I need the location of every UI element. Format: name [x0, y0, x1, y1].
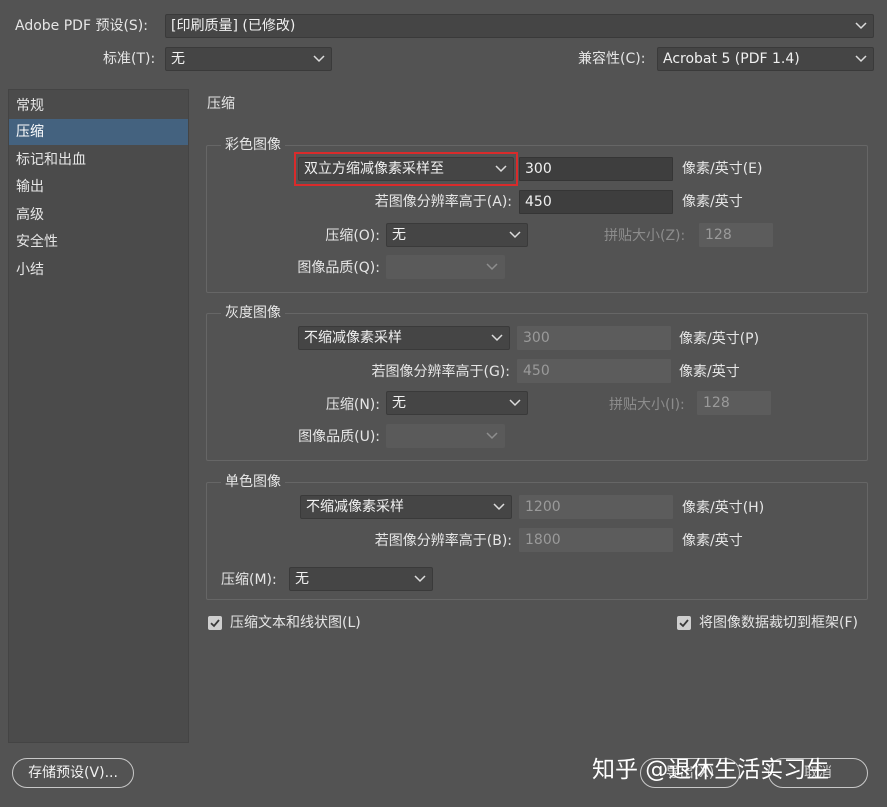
gray-compression-label: 压缩(N):: [325, 397, 380, 413]
gray-ppi-input[interactable]: 300: [517, 326, 671, 350]
gray-quality-label: 图像品质(U):: [298, 429, 380, 445]
compat-label: 兼容性(C):: [578, 51, 646, 67]
compress-text-checkbox[interactable]: [208, 616, 222, 630]
mono-above-label: 若图像分辨率高于(B):: [374, 533, 512, 549]
gray-ppi-unit: 像素/英寸(P): [679, 331, 760, 347]
chevron-down-icon: [486, 256, 498, 278]
chevron-down-icon: [491, 327, 503, 349]
mono-above-input[interactable]: 1800: [519, 528, 673, 552]
gray-above-label: 若图像分辨率高于(G):: [371, 364, 511, 380]
gray-tile-label: 拼贴大小(I):: [609, 397, 685, 413]
mono-sampling-value: 不缩减像素采样: [306, 499, 404, 515]
color-above-label: 若图像分辨率高于(A):: [374, 194, 512, 210]
crop-image-label[interactable]: 将图像数据裁切到框架(F): [699, 613, 858, 633]
color-images-title: 彩色图像: [221, 135, 285, 155]
color-quality-label: 图像品质(Q):: [297, 260, 380, 276]
mono-ppi-unit: 像素/英寸(H): [682, 500, 765, 516]
color-tile-label: 拼贴大小(Z):: [604, 228, 686, 244]
mono-compression-label: 压缩(M):: [221, 572, 277, 588]
preset-label: Adobe PDF 预设(S):: [15, 18, 148, 34]
sidebar-item-advanced[interactable]: 高级: [9, 202, 188, 228]
compress-text-label[interactable]: 压缩文本和线状图(L): [230, 613, 361, 633]
color-above-input[interactable]: 450: [519, 190, 673, 214]
gray-above-input[interactable]: 450: [517, 359, 671, 383]
chevron-down-icon: [493, 496, 505, 518]
gray-sampling-value: 不缩减像素采样: [304, 330, 402, 346]
sidebar-item-security[interactable]: 安全性: [9, 229, 188, 255]
chevron-down-icon: [486, 425, 498, 447]
color-above-unit: 像素/英寸: [682, 194, 743, 210]
mono-ppi-input[interactable]: 1200: [519, 495, 673, 519]
checkmark-icon: [210, 619, 220, 628]
preset-value: [印刷质量] (已修改): [171, 18, 296, 34]
sidebar-item-output[interactable]: 输出: [9, 174, 188, 200]
color-ppi-input[interactable]: 300: [519, 157, 673, 181]
sidebar-item-compression[interactable]: 压缩: [9, 119, 188, 145]
standard-value: 无: [171, 51, 185, 67]
sidebar-item-marks-bleeds[interactable]: 标记和出血: [9, 147, 188, 173]
color-ppi-unit: 像素/英寸(E): [682, 161, 763, 177]
chevron-down-icon: [855, 48, 867, 70]
mono-images-title: 单色图像: [221, 472, 285, 492]
chevron-down-icon: [855, 15, 867, 37]
checkmark-icon: [679, 619, 689, 628]
mono-compression-dropdown[interactable]: 无: [289, 567, 433, 591]
mono-above-unit: 像素/英寸: [682, 533, 743, 549]
standard-dropdown[interactable]: 无: [165, 47, 332, 71]
page-title: 压缩: [207, 96, 235, 112]
chevron-down-icon: [313, 48, 325, 70]
gray-sampling-dropdown[interactable]: 不缩减像素采样: [298, 326, 510, 350]
gray-quality-dropdown[interactable]: [386, 424, 505, 448]
gray-images-title: 灰度图像: [221, 303, 285, 323]
color-quality-dropdown[interactable]: [386, 255, 505, 279]
gray-compression-value: 无: [392, 395, 406, 411]
chevron-down-icon: [414, 568, 426, 590]
sidebar-item-general[interactable]: 常规: [9, 93, 188, 119]
color-compression-label: 压缩(O):: [325, 228, 380, 244]
save-preset-button[interactable]: 存储预设(V)...: [12, 758, 134, 788]
chevron-down-icon: [509, 224, 521, 246]
gray-tile-input[interactable]: 128: [697, 391, 771, 415]
crop-image-checkbox[interactable]: [677, 616, 691, 630]
watermark: 知乎 @退休生活实习生: [592, 757, 830, 783]
mono-sampling-dropdown[interactable]: 不缩减像素采样: [300, 495, 512, 519]
compat-dropdown[interactable]: Acrobat 5 (PDF 1.4): [657, 47, 874, 71]
compat-value: Acrobat 5 (PDF 1.4): [663, 51, 800, 67]
standard-label: 标准(T):: [103, 51, 156, 67]
sidebar: 常规 压缩 标记和出血 输出 高级 安全性 小结: [8, 89, 189, 743]
color-compression-dropdown[interactable]: 无: [386, 223, 528, 247]
gray-compression-dropdown[interactable]: 无: [386, 391, 528, 415]
color-compression-value: 无: [392, 227, 406, 243]
gray-above-unit: 像素/英寸: [679, 364, 740, 380]
chevron-down-icon: [509, 392, 521, 414]
preset-dropdown[interactable]: [印刷质量] (已修改): [165, 14, 874, 38]
sidebar-item-summary[interactable]: 小结: [9, 257, 188, 283]
highlight-box: [294, 152, 518, 186]
color-tile-input[interactable]: 128: [699, 223, 773, 247]
mono-compression-value: 无: [295, 571, 309, 587]
